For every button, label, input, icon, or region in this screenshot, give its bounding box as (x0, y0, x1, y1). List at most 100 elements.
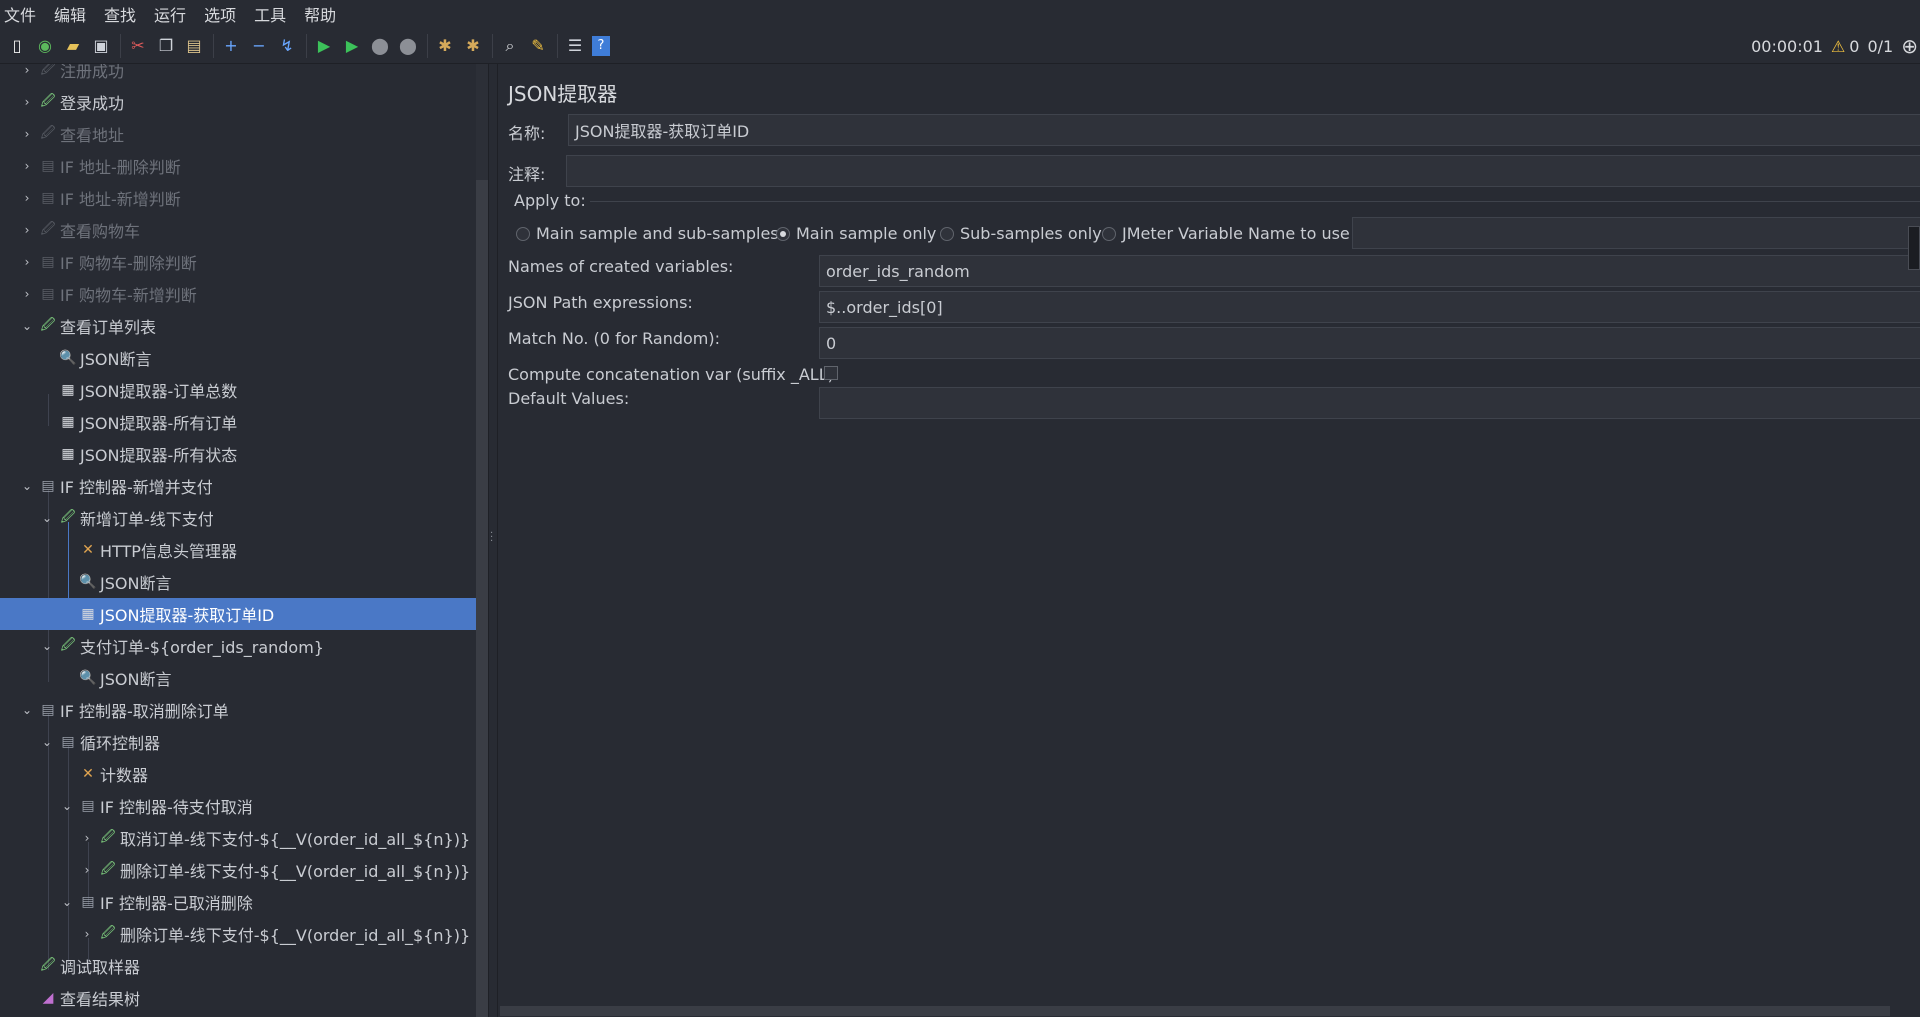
start-icon[interactable]: ▶ (313, 35, 335, 57)
tree-node[interactable]: ⌄ ▤ IF 控制器-已取消删除 (0, 886, 476, 918)
apply-main-and-sub-radio[interactable]: Main sample and sub-samples (516, 224, 779, 243)
reset-search-icon[interactable]: ✎ (527, 35, 549, 57)
tree-node[interactable]: ⌄ 🖉 支付订单-${order_ids_random} (0, 630, 476, 662)
toggle-icon[interactable]: ↯ (276, 35, 298, 57)
tree-node-label: 调试取样器 (60, 958, 141, 977)
templates-icon[interactable]: ◉ (34, 35, 56, 57)
tree-node[interactable]: ⌄ ▤ IF 控制器-取消删除订单 (0, 694, 476, 726)
tree-node[interactable]: › ▤ IF 购物车-新增判断 (0, 278, 476, 310)
default-values-field[interactable] (819, 387, 1920, 419)
shutdown-icon[interactable]: ⬤ (397, 35, 419, 57)
menu-options[interactable]: 选项 (204, 2, 236, 26)
json-path-field[interactable]: $..order_ids[0] (819, 291, 1920, 323)
tree-node[interactable]: ✕ 计数器 (0, 758, 476, 790)
menu-bar: 文件 编辑 查找 运行 选项 工具 帮助 (0, 0, 1920, 28)
tree-scrollbar-thumb[interactable] (476, 180, 488, 1017)
new-icon[interactable]: ▯ (6, 35, 28, 57)
chevron-down-icon[interactable]: ⌄ (20, 703, 34, 717)
chevron-right-icon[interactable]: › (80, 927, 94, 941)
search-icon[interactable]: ⌕ (499, 35, 521, 57)
tree-node[interactable]: ⌄ ▤ IF 控制器-待支付取消 (0, 790, 476, 822)
tree-node[interactable]: ▦ JSON提取器-订单总数 (0, 374, 476, 406)
menu-edit[interactable]: 编辑 (54, 2, 86, 26)
horizontal-scrollbar[interactable] (500, 1006, 1890, 1016)
chevron-down-icon[interactable]: ⌄ (20, 479, 34, 493)
copy-icon[interactable]: ❐ (155, 35, 177, 57)
paste-icon[interactable]: ▤ (183, 35, 205, 57)
remote-icon[interactable]: ⊕ (1901, 34, 1918, 58)
menu-help[interactable]: 帮助 (304, 2, 336, 26)
tree-node[interactable]: ⌄ ▤ IF 控制器-新增并支付 (0, 470, 476, 502)
tree-node[interactable]: 🔍 JSON断言 (0, 342, 476, 374)
tree-node[interactable]: › 🖉 登录成功 (0, 86, 476, 118)
collapse-icon[interactable]: − (248, 35, 270, 57)
save-icon[interactable]: ▣ (90, 35, 112, 57)
tree-node[interactable]: › 🖉 取消订单-线下支付-${__V(order_id_all_${n})} (0, 822, 476, 854)
sampler-icon: 🖉 (40, 957, 56, 973)
tree-node[interactable]: › ▤ IF 地址-新增判断 (0, 182, 476, 214)
tree-node[interactable]: › 🖉 查看购物车 (0, 214, 476, 246)
tree-node[interactable]: 🔍 JSON断言 (0, 566, 476, 598)
expand-icon[interactable]: + (220, 35, 242, 57)
chevron-right-icon[interactable]: › (80, 863, 94, 877)
chevron-right-icon[interactable]: › (20, 255, 34, 269)
chevron-right-icon[interactable]: › (20, 64, 34, 77)
name-field[interactable]: JSON提取器-获取订单ID (568, 114, 1920, 146)
tree-node[interactable]: ▦ JSON提取器-获取订单ID (0, 598, 476, 630)
tree-node[interactable]: ✕ HTTP信息头管理器 (0, 534, 476, 566)
config-icon: ✕ (82, 542, 94, 558)
tree-node[interactable]: › 🖉 查看地址 (0, 118, 476, 150)
chevron-down-icon[interactable]: ⌄ (60, 799, 74, 813)
chevron-down-icon[interactable]: ⌄ (20, 319, 34, 333)
menu-tools[interactable]: 工具 (254, 2, 286, 26)
jmeter-variable-field[interactable] (1352, 217, 1920, 249)
apply-jmeter-var-radio[interactable]: JMeter Variable Name to use (1102, 224, 1350, 243)
chevron-right-icon[interactable]: › (20, 287, 34, 301)
help-icon[interactable]: ? (592, 35, 610, 56)
cut-icon[interactable]: ✂ (127, 35, 149, 57)
tree-node[interactable]: › ▤ IF 购物车-删除判断 (0, 246, 476, 278)
warning-icon[interactable]: ⚠ (1831, 37, 1845, 56)
menu-search[interactable]: 查找 (104, 2, 136, 26)
menu-file[interactable]: 文件 (4, 2, 36, 26)
tree-node-label: 删除订单-线下支付-${__V(order_id_all_${n})} (120, 926, 471, 945)
tree-node[interactable]: 🔍 JSON断言 (0, 662, 476, 694)
side-panel-handle[interactable] (1908, 226, 1920, 270)
chevron-right-icon[interactable]: › (20, 223, 34, 237)
chevron-down-icon[interactable]: ⌄ (40, 639, 54, 653)
chevron-down-icon[interactable]: ⌄ (40, 511, 54, 525)
tree-node[interactable]: › 🖉 删除订单-线下支付-${__V(order_id_all_${n})} (0, 854, 476, 886)
concat-checkbox[interactable] (824, 366, 838, 380)
chevron-right-icon[interactable]: › (20, 95, 34, 109)
stop-icon[interactable]: ⬤ (369, 35, 391, 57)
chevron-right-icon[interactable]: › (20, 159, 34, 173)
tree-node[interactable]: ◢ 查看结果树 (0, 982, 476, 1014)
tree-node[interactable]: ⌄ 🖉 新增订单-线下支付 (0, 502, 476, 534)
controller-icon: ▤ (41, 478, 55, 494)
tree-node[interactable]: ⌄ ▤ 循环控制器 (0, 726, 476, 758)
tree-node[interactable]: ▦ JSON提取器-所有订单 (0, 406, 476, 438)
apply-sub-only-radio[interactable]: Sub-samples only (940, 224, 1102, 243)
clear-all-icon[interactable]: ✱ (462, 35, 484, 57)
open-icon[interactable]: ▰ (62, 35, 84, 57)
match-no-field[interactable]: 0 (819, 327, 1920, 359)
start-no-pause-icon[interactable]: ▶ (341, 35, 363, 57)
menu-run[interactable]: 运行 (154, 2, 186, 26)
tree-node[interactable]: › 🖉 注册成功 (0, 64, 476, 86)
clear-icon[interactable]: ✱ (434, 35, 456, 57)
var-names-field[interactable]: order_ids_random (819, 255, 1920, 287)
tree-node[interactable]: ⌄ 🖉 查看订单列表 (0, 310, 476, 342)
chevron-right-icon[interactable]: › (20, 191, 34, 205)
chevron-down-icon[interactable]: ⌄ (60, 895, 74, 909)
tree-node[interactable]: 🖉 调试取样器 (0, 950, 476, 982)
chevron-right-icon[interactable]: › (20, 127, 34, 141)
chevron-right-icon[interactable]: › (80, 831, 94, 845)
chevron-down-icon[interactable]: ⌄ (40, 735, 54, 749)
tree-node[interactable]: › 🖉 删除订单-线下支付-${__V(order_id_all_${n})} (0, 918, 476, 950)
function-helper-icon[interactable]: ☰ (564, 35, 586, 57)
tree-node-label: JSON提取器-所有状态 (80, 446, 238, 465)
apply-main-only-radio[interactable]: Main sample only (776, 224, 936, 243)
comment-field[interactable] (566, 155, 1920, 187)
tree-node[interactable]: ▦ JSON提取器-所有状态 (0, 438, 476, 470)
tree-node[interactable]: › ▤ IF 地址-删除判断 (0, 150, 476, 182)
